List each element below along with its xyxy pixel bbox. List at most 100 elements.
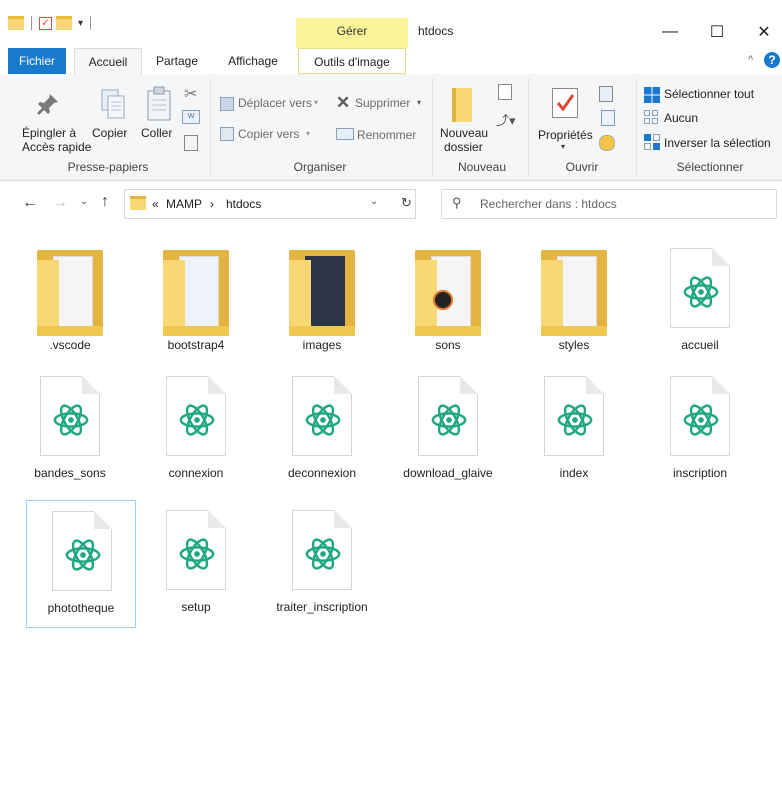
folder-icon xyxy=(289,250,355,336)
folder-icon xyxy=(163,250,229,336)
search-input[interactable]: Rechercher dans : htdocs xyxy=(480,197,617,211)
atom-icon xyxy=(683,404,719,436)
breadcrumb-mamp[interactable]: MAMP xyxy=(166,197,202,211)
file-item-download-glaive[interactable]: download_glaive xyxy=(393,366,503,494)
paste-shortcut-icon[interactable] xyxy=(184,135,198,151)
atom-icon xyxy=(179,538,215,570)
atom-icon xyxy=(305,404,341,436)
chevron-down-icon[interactable]: ▾ xyxy=(306,129,310,138)
forward-arrow-icon[interactable]: → xyxy=(52,194,68,212)
file-item-connexion[interactable]: connexion xyxy=(141,366,251,494)
delete-button[interactable]: Supprimer xyxy=(355,96,410,110)
easy-access-icon[interactable]: ⤴▾ xyxy=(496,110,516,129)
item-label: images xyxy=(302,338,342,352)
new-folder-button[interactable]: Nouveau xyxy=(440,126,488,140)
document-icon xyxy=(418,376,478,456)
file-item-phototheque[interactable]: phototheque xyxy=(26,500,136,628)
rename-button[interactable]: Renommer xyxy=(357,128,416,142)
tab-file[interactable]: Fichier xyxy=(8,48,66,74)
folder-item-styles[interactable]: styles xyxy=(519,238,629,366)
folder-item-sons[interactable]: sons xyxy=(393,238,503,366)
breadcrumb-separator[interactable]: › xyxy=(210,197,214,211)
file-list: .vscode bootstrap4 images sons styles ac… xyxy=(0,224,782,808)
file-item-traiter-inscription[interactable]: traiter_inscription xyxy=(267,500,377,628)
group-label-organize: Organiser xyxy=(293,160,347,174)
invert-selection-button[interactable]: Inverser la sélection xyxy=(664,136,771,150)
folder-icon[interactable] xyxy=(8,16,24,30)
tab-share[interactable]: Partage xyxy=(146,48,208,74)
open-icon[interactable] xyxy=(599,86,613,102)
new-folder-icon[interactable] xyxy=(56,16,72,30)
copy-path-icon[interactable]: W xyxy=(182,110,200,124)
properties-button[interactable]: Propriétés xyxy=(538,128,593,142)
file-item-inscription[interactable]: inscription xyxy=(645,366,755,494)
back-arrow-icon[interactable]: ← xyxy=(22,194,38,212)
invert-selection-icon xyxy=(644,134,660,150)
item-label: bootstrap4 xyxy=(167,338,225,352)
chevron-down-icon[interactable]: ▾ xyxy=(561,142,565,151)
close-button[interactable]: ✕ xyxy=(744,18,782,46)
pin-label[interactable]: Épingler à xyxy=(22,126,76,140)
folder-icon xyxy=(37,250,103,336)
chevron-down-icon[interactable]: ▾ xyxy=(314,98,318,107)
minimize-button[interactable]: — xyxy=(650,18,690,46)
copy-to-icon xyxy=(220,127,234,141)
folder-item-bootstrap4[interactable]: bootstrap4 xyxy=(141,238,251,366)
maximize-button[interactable]: ☐ xyxy=(697,18,737,46)
atom-icon xyxy=(305,538,341,570)
copy-icon xyxy=(100,88,128,123)
document-icon xyxy=(292,510,352,590)
chevron-down-icon[interactable]: ▾ xyxy=(417,98,421,107)
select-all-button[interactable]: Sélectionner tout xyxy=(664,87,754,101)
customize-toolbar-dropdown[interactable]: ▾ xyxy=(78,18,83,29)
tab-picture-tools[interactable]: Outils d'image xyxy=(298,48,406,74)
select-none-button[interactable]: Aucun xyxy=(664,111,698,125)
refresh-icon[interactable]: ↻ xyxy=(401,195,412,211)
select-all-icon xyxy=(644,87,660,103)
atom-icon xyxy=(65,539,101,571)
maximize-icon: ☐ xyxy=(709,24,725,41)
file-item-index[interactable]: index xyxy=(519,366,629,494)
folder-item-vscode[interactable]: .vscode xyxy=(15,238,125,366)
folder-item-images[interactable]: images xyxy=(267,238,377,366)
new-folder-button-2[interactable]: dossier xyxy=(444,140,483,154)
item-label: index xyxy=(559,466,589,480)
item-label: accueil xyxy=(681,338,719,352)
collapse-ribbon-icon[interactable]: ^ xyxy=(748,54,753,66)
copy-to-button[interactable]: Copier vers xyxy=(238,127,299,141)
edit-icon[interactable] xyxy=(601,110,615,126)
breadcrumb-overflow[interactable]: « xyxy=(152,197,159,211)
move-to-button[interactable]: Déplacer vers xyxy=(238,96,312,110)
properties-check-icon[interactable]: ✓ xyxy=(39,16,52,30)
move-to-icon xyxy=(220,97,234,111)
address-dropdown-icon[interactable]: ⌄ xyxy=(370,196,378,207)
copy-button[interactable]: Copier xyxy=(92,126,127,140)
properties-icon xyxy=(552,88,578,118)
item-label: phototheque xyxy=(47,601,115,615)
divider xyxy=(210,78,211,176)
pin-label-2[interactable]: Accès rapide xyxy=(22,140,91,154)
item-label: setup xyxy=(181,600,211,614)
document-icon xyxy=(52,511,112,591)
breadcrumb-htdocs[interactable]: htdocs xyxy=(226,197,261,211)
file-item-bandes-sons[interactable]: bandes_sons xyxy=(15,366,125,494)
divider xyxy=(90,16,92,30)
file-item-deconnexion[interactable]: deconnexion xyxy=(267,366,377,494)
minimize-icon: — xyxy=(662,23,678,40)
paste-button[interactable]: Coller xyxy=(141,126,172,140)
file-item-setup[interactable]: setup xyxy=(141,500,251,628)
up-arrow-icon[interactable]: ↑ xyxy=(101,193,109,211)
tab-view[interactable]: Affichage xyxy=(214,48,292,74)
tab-home[interactable]: Accueil xyxy=(74,48,142,74)
atom-icon xyxy=(683,276,719,308)
document-icon xyxy=(670,248,730,328)
cut-icon[interactable]: ✂ xyxy=(184,84,197,104)
file-item-accueil[interactable]: accueil xyxy=(645,238,755,366)
group-label-select: Sélectionner xyxy=(676,160,744,174)
help-icon[interactable]: ? xyxy=(764,52,780,68)
recent-locations-chevron-icon[interactable]: ⌄ xyxy=(80,196,88,207)
item-label: download_glaive xyxy=(403,466,493,480)
new-item-icon[interactable] xyxy=(498,84,512,100)
history-icon[interactable] xyxy=(599,135,615,151)
document-icon xyxy=(670,376,730,456)
